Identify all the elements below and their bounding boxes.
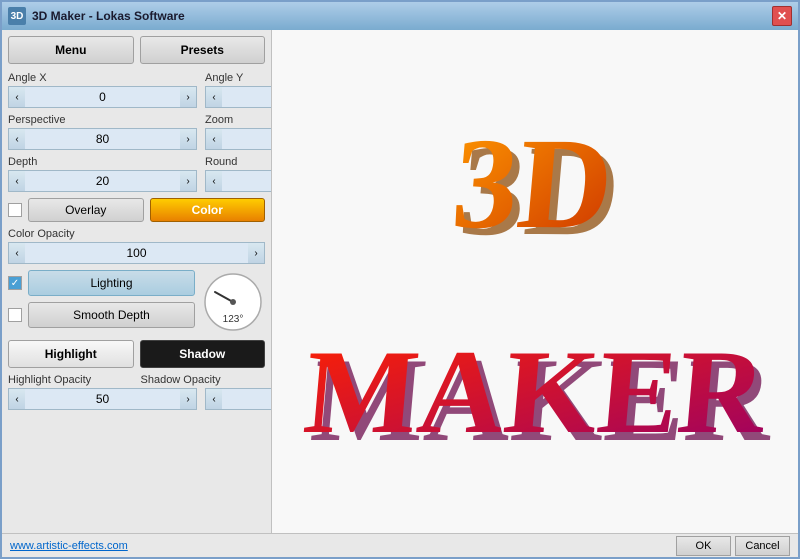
depth-label: Depth [8,156,197,168]
perspective-label: Perspective [8,114,197,126]
angle-x-field: Angle X ‹ › [8,72,197,108]
perspective-inc[interactable]: › [180,129,196,149]
highlight-opacity-label: Highlight Opacity [8,374,133,386]
svg-text:MAKER: MAKER [299,326,772,459]
shadow-opacity-dec[interactable]: ‹ [206,389,222,409]
preview-area: 3D 3D MAKER MAKER [272,30,798,533]
cancel-button[interactable]: Cancel [735,536,790,556]
depth-round-group: Depth ‹ › Round ‹ › [8,156,265,192]
smooth-depth-checkbox[interactable] [8,308,22,322]
status-bar: www.artistic-effects.com OK Cancel [2,533,798,557]
angle-x-dec[interactable]: ‹ [9,87,25,107]
perspective-field: Perspective ‹ › [8,114,197,150]
color-button[interactable]: Color [150,198,266,222]
angle-group: Angle X ‹ › Angle Y ‹ › [8,72,265,108]
menu-button[interactable]: Menu [8,36,134,64]
shadow-opacity-spin: ‹ › [205,388,272,410]
overlay-color-row: Overlay Color [8,198,265,222]
smooth-depth-button[interactable]: Smooth Depth [28,302,195,328]
lighting-check-row: Lighting [8,270,195,296]
shadow-button[interactable]: Shadow [140,340,266,368]
depth-input[interactable] [25,171,180,191]
round-field: Round ‹ › [205,156,272,192]
color-opacity-input[interactable] [25,243,248,263]
opacity-labels: Highlight Opacity Shadow Opacity [8,374,265,386]
angle-x-inc[interactable]: › [180,87,196,107]
angle-y-field: Angle Y ‹ › [205,72,272,108]
zoom-dec[interactable]: ‹ [206,129,222,149]
depth-inc[interactable]: › [180,171,196,191]
lighting-button[interactable]: Lighting [28,270,195,296]
sidebar: Menu Presets Angle X ‹ › Angle Y ‹ [2,30,272,533]
zoom-spin: ‹ › [205,128,272,150]
svg-text:123°: 123° [223,314,244,325]
perspective-input[interactable] [25,129,180,149]
shadow-opacity-input[interactable] [222,389,272,409]
round-label: Round [205,156,272,168]
color-opacity-dec[interactable]: ‹ [9,243,25,263]
highlight-shadow-row: Highlight Shadow [8,340,265,368]
content-area: Menu Presets Angle X ‹ › Angle Y ‹ [2,30,798,533]
highlight-opacity-input[interactable] [25,389,180,409]
main-window: 3D 3D Maker - Lokas Software ✕ Menu Pres… [0,0,800,559]
depth-dec[interactable]: ‹ [9,171,25,191]
perspective-dec[interactable]: ‹ [9,129,25,149]
zoom-field: Zoom ‹ › [205,114,272,150]
angle-x-label: Angle X [8,72,197,84]
ok-cancel-buttons: OK Cancel [676,536,790,556]
angle-y-dec[interactable]: ‹ [206,87,222,107]
angle-x-input[interactable] [25,87,180,107]
shadow-opacity-label: Shadow Opacity [141,374,266,386]
highlight-opacity-dec[interactable]: ‹ [9,389,25,409]
window-title: 3D Maker - Lokas Software [32,9,772,23]
depth-field: Depth ‹ › [8,156,197,192]
svg-text:3D: 3D [447,112,618,256]
lighting-dial[interactable]: 123° [201,270,265,334]
overlay-checkbox[interactable] [8,203,22,217]
color-opacity-label: Color Opacity [8,228,265,240]
angle-y-label: Angle Y [205,72,272,84]
highlight-button[interactable]: Highlight [8,340,134,368]
color-opacity-spin: ‹ › [8,242,265,264]
close-button[interactable]: ✕ [772,6,792,26]
color-opacity-inc[interactable]: › [248,243,264,263]
preview-canvas: 3D 3D MAKER MAKER [295,52,775,512]
round-dec[interactable]: ‹ [206,171,222,191]
opacity-controls: ‹ › ‹ › [8,388,265,410]
highlight-opacity-field: ‹ › [8,388,197,410]
angle-y-spin: ‹ › [205,86,272,108]
website-link[interactable]: www.artistic-effects.com [10,540,128,552]
angle-y-input[interactable] [222,87,272,107]
shadow-opacity-field: ‹ › [205,388,272,410]
presets-button[interactable]: Presets [140,36,266,64]
zoom-input[interactable] [222,129,272,149]
highlight-opacity-inc[interactable]: › [180,389,196,409]
ok-button[interactable]: OK [676,536,731,556]
smooth-depth-row: Smooth Depth [8,302,195,328]
lighting-row: Lighting Smooth Depth 123° [8,270,265,334]
overlay-button[interactable]: Overlay [28,198,144,222]
zoom-label: Zoom [205,114,272,126]
app-icon: 3D [8,7,26,25]
perspective-zoom-group: Perspective ‹ › Zoom ‹ › [8,114,265,150]
top-buttons: Menu Presets [8,36,265,64]
round-spin: ‹ › [205,170,272,192]
depth-spin: ‹ › [8,170,197,192]
angle-x-spin: ‹ › [8,86,197,108]
round-input[interactable] [222,171,272,191]
highlight-opacity-spin: ‹ › [8,388,197,410]
perspective-spin: ‹ › [8,128,197,150]
lighting-checkbox[interactable] [8,276,22,290]
title-bar: 3D 3D Maker - Lokas Software ✕ [2,2,798,30]
